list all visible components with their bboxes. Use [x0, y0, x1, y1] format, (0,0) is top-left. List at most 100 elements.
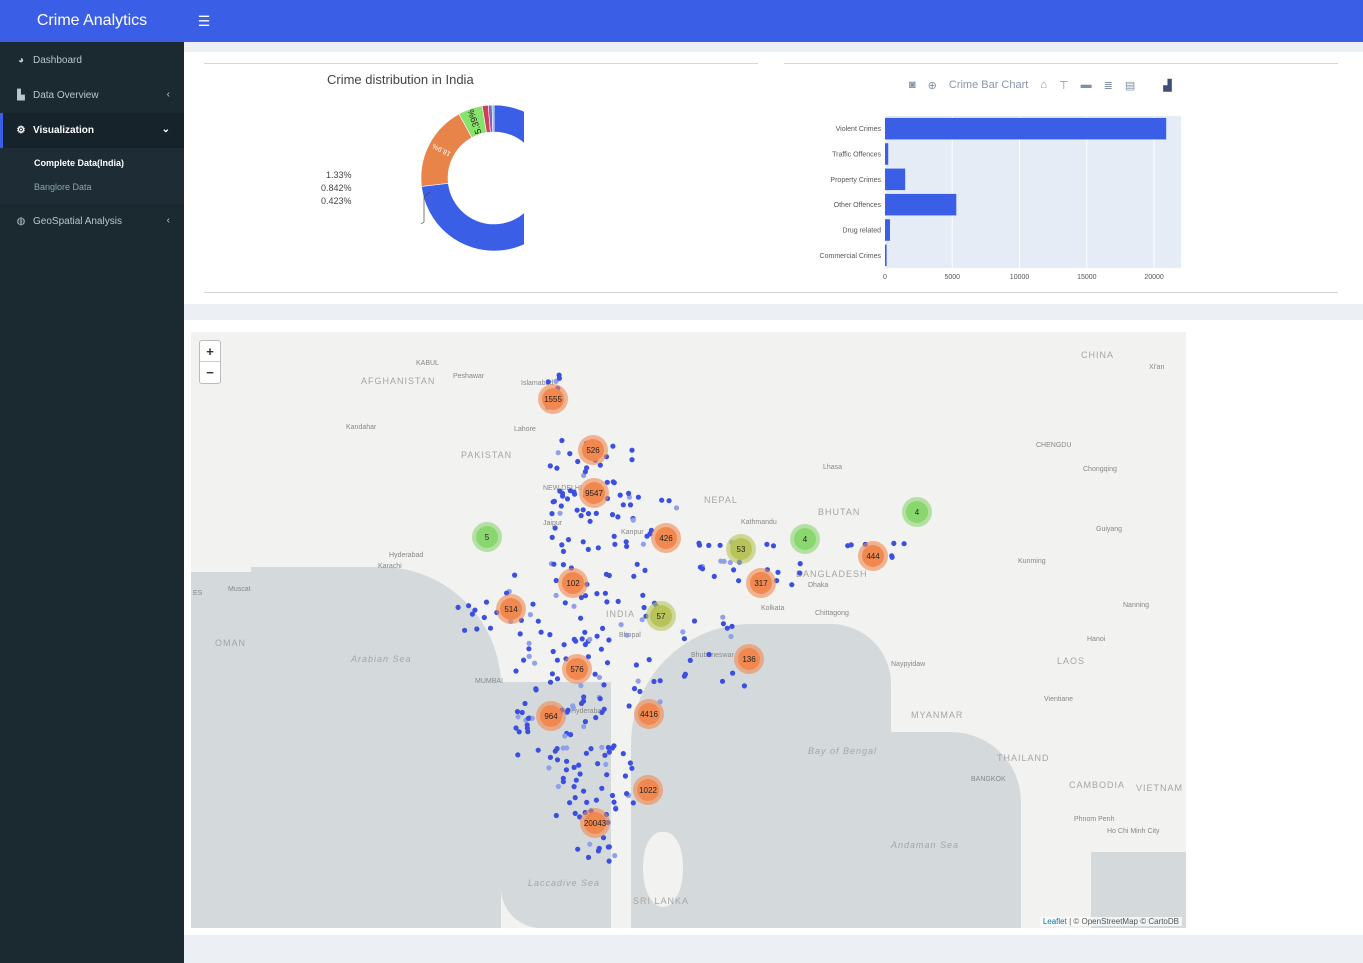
crime-marker[interactable]	[845, 543, 851, 549]
crime-marker[interactable]	[606, 844, 612, 850]
crime-marker[interactable]	[547, 632, 553, 638]
crime-marker[interactable]	[532, 660, 538, 666]
crime-marker[interactable]	[622, 773, 628, 779]
marker-cluster[interactable]: 4416	[634, 699, 664, 729]
crime-marker[interactable]	[604, 772, 610, 778]
marker-cluster[interactable]: 4	[902, 497, 932, 527]
crime-marker[interactable]	[481, 614, 487, 621]
crime-marker[interactable]	[582, 719, 588, 725]
crime-marker[interactable]	[583, 750, 589, 756]
crime-marker[interactable]	[516, 729, 522, 735]
crime-marker[interactable]	[629, 765, 635, 771]
crime-marker[interactable]	[635, 678, 641, 684]
crime-marker[interactable]	[629, 447, 635, 453]
crime-marker[interactable]	[554, 465, 560, 471]
crime-marker[interactable]	[564, 496, 571, 502]
hover-compare-icon[interactable]: ≣	[1104, 79, 1113, 92]
crime-marker[interactable]	[521, 657, 527, 663]
marker-cluster[interactable]: 514	[496, 594, 526, 624]
crime-marker[interactable]	[515, 714, 521, 720]
marker-cluster[interactable]: 4	[790, 524, 820, 554]
crime-marker[interactable]	[598, 646, 604, 652]
crime-marker[interactable]	[594, 633, 600, 639]
crime-marker[interactable]	[573, 777, 579, 783]
crime-marker[interactable]	[549, 671, 555, 677]
crime-marker[interactable]	[631, 686, 638, 692]
crime-marker[interactable]	[554, 676, 561, 682]
crime-marker[interactable]	[599, 785, 605, 791]
crime-marker[interactable]	[567, 800, 573, 806]
bar-other-offences[interactable]	[885, 193, 957, 216]
crime-marker[interactable]	[706, 651, 712, 658]
crime-marker[interactable]	[527, 612, 533, 618]
marker-cluster[interactable]: 1555	[538, 384, 568, 414]
crime-marker[interactable]	[533, 686, 539, 692]
crime-marker[interactable]	[651, 678, 657, 685]
crime-marker[interactable]	[562, 600, 568, 606]
autoscale-icon[interactable]: ⌂	[1040, 79, 1047, 91]
crime-marker[interactable]	[691, 618, 698, 624]
crime-marker[interactable]	[560, 562, 566, 568]
crime-marker[interactable]	[538, 629, 544, 635]
crime-marker[interactable]	[575, 458, 581, 465]
crime-marker[interactable]	[561, 642, 567, 648]
crime-marker[interactable]	[571, 784, 577, 790]
crime-marker[interactable]	[587, 518, 593, 524]
crime-marker[interactable]	[789, 582, 795, 588]
crime-marker[interactable]	[572, 795, 578, 801]
crime-marker[interactable]	[547, 679, 554, 685]
crime-marker[interactable]	[526, 640, 532, 646]
crime-marker[interactable]	[579, 636, 585, 642]
crime-marker[interactable]	[577, 771, 583, 777]
crime-marker[interactable]	[512, 572, 518, 578]
crime-marker[interactable]	[469, 611, 475, 617]
reset-axes-icon[interactable]: ▤	[1125, 79, 1135, 92]
leaflet-map[interactable]: AFGHANISTAN PAKISTAN INDIA NEPAL BHUTAN …	[191, 332, 1186, 928]
marker-cluster[interactable]: 964	[536, 701, 566, 731]
crime-marker[interactable]	[718, 558, 724, 564]
crime-marker[interactable]	[639, 617, 645, 623]
crime-marker[interactable]	[513, 668, 519, 674]
marker-cluster[interactable]: 317	[746, 568, 776, 598]
zoom-in-button[interactable]: +	[200, 341, 220, 362]
crime-marker[interactable]	[741, 683, 748, 689]
crime-marker[interactable]	[618, 622, 624, 628]
crime-marker[interactable]	[595, 848, 601, 854]
hover-closest-icon[interactable]: ▬	[1081, 79, 1092, 91]
crime-marker[interactable]	[775, 569, 781, 575]
crime-marker[interactable]	[564, 745, 570, 751]
crime-marker[interactable]	[571, 489, 577, 495]
crime-marker[interactable]	[550, 648, 556, 655]
crime-marker[interactable]	[581, 723, 587, 730]
crime-marker[interactable]	[585, 546, 591, 552]
crime-marker[interactable]	[593, 797, 599, 803]
crime-marker[interactable]	[555, 783, 561, 790]
crime-marker[interactable]	[593, 715, 599, 721]
crime-marker[interactable]	[522, 700, 528, 707]
crime-marker[interactable]	[462, 627, 468, 633]
crime-marker[interactable]	[631, 573, 637, 579]
crime-marker[interactable]	[666, 498, 672, 504]
crime-marker[interactable]	[764, 541, 770, 547]
crime-marker[interactable]	[901, 541, 907, 547]
crime-marker[interactable]	[724, 625, 730, 631]
crime-marker[interactable]	[606, 858, 612, 864]
crime-marker[interactable]	[587, 636, 593, 642]
crime-marker[interactable]	[559, 437, 565, 444]
crime-marker[interactable]	[626, 703, 632, 709]
crime-marker[interactable]	[610, 443, 616, 449]
crime-marker[interactable]	[711, 573, 717, 579]
crime-marker[interactable]	[584, 799, 590, 805]
crime-marker[interactable]	[640, 541, 646, 547]
crime-marker[interactable]	[696, 540, 702, 546]
crime-marker[interactable]	[587, 841, 593, 847]
crime-marker[interactable]	[574, 507, 580, 513]
crime-marker[interactable]	[547, 463, 553, 469]
marker-cluster[interactable]: 5	[472, 522, 502, 552]
marker-cluster[interactable]: 53	[726, 534, 756, 564]
crime-marker[interactable]	[585, 854, 592, 861]
crime-marker[interactable]	[546, 765, 552, 771]
bar-chart[interactable]: 0 5000 10000 15000 20000 Violent Crimes Traffi…	[784, 112, 1204, 282]
crime-marker[interactable]	[535, 618, 541, 624]
crime-marker[interactable]	[717, 542, 723, 548]
